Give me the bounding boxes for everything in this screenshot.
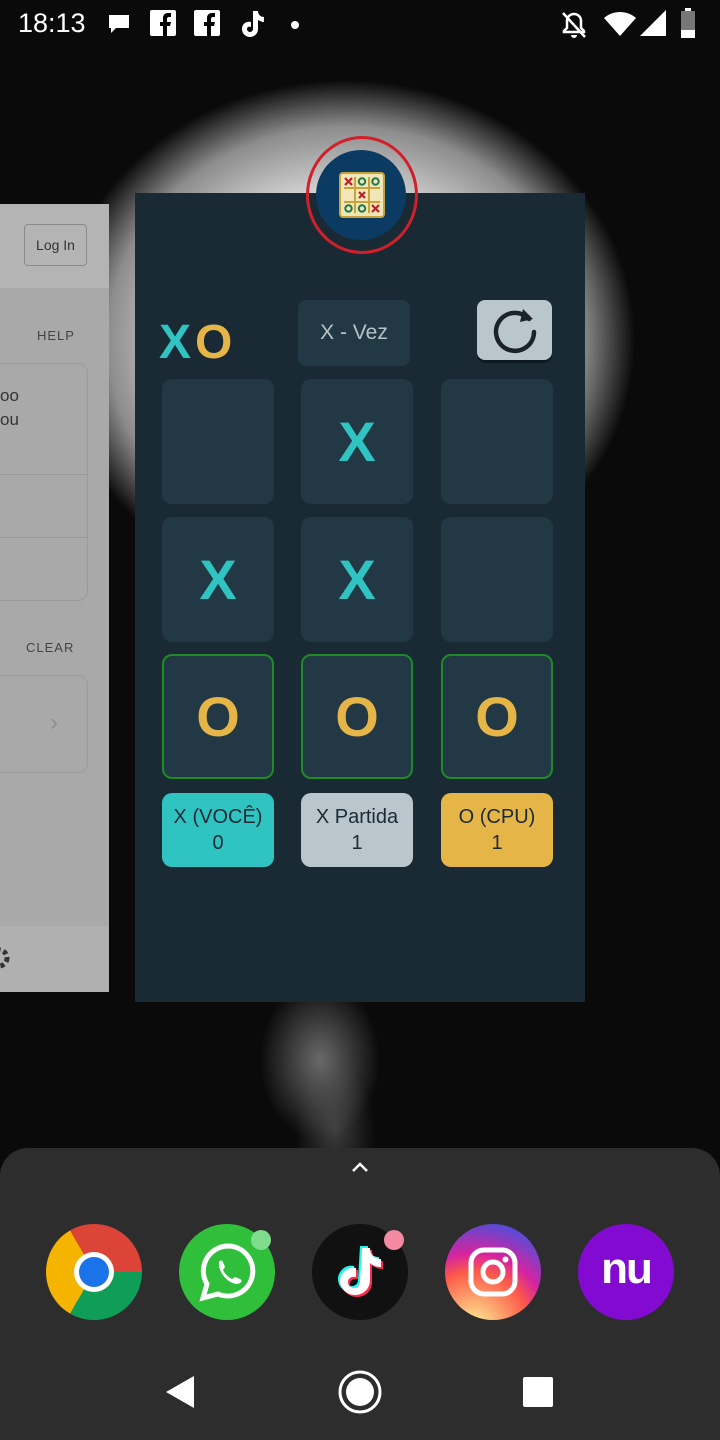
status-bar: 18:13 (0, 0, 720, 50)
wifi-icon (604, 12, 636, 36)
facebook-icon (194, 10, 220, 36)
chrome-center-dot (79, 1257, 109, 1287)
battery-icon (681, 8, 695, 38)
left-card-footer (0, 926, 109, 992)
help-label: HELP (37, 328, 75, 343)
player-score: X (VOCÊ) 0 (162, 793, 274, 867)
whatsapp-glyph (199, 1243, 256, 1302)
chevron-right-icon: › (50, 709, 58, 736)
clear-label: CLEAR (26, 640, 75, 655)
facebook-icon (150, 10, 176, 36)
left-card-text-2: ou (0, 410, 19, 429)
player-score-label: X (VOCÊ) (173, 806, 263, 828)
bell-off-icon (562, 12, 586, 38)
left-card-text-1: oo (0, 386, 19, 405)
divider (0, 474, 88, 475)
dot-icon (291, 21, 299, 29)
navigation-bar (0, 1350, 720, 1440)
home-button[interactable] (337, 1369, 383, 1415)
match-score: X Partida 1 (301, 793, 413, 867)
tiktok-icon (242, 11, 264, 37)
board-cell-1-1[interactable] (162, 379, 274, 504)
chrome-icon[interactable] (46, 1224, 142, 1320)
tiktok-glyph (338, 1246, 383, 1297)
tic-tac-toe-app-card[interactable]: XO X - Vez X X X O O O X (VOCÊ) 0 X Part… (135, 193, 585, 1002)
board-cell-1-2[interactable]: X (301, 379, 413, 504)
logo-x: X (159, 316, 192, 369)
back-button[interactable] (164, 1374, 196, 1410)
instagram-icon[interactable] (445, 1224, 541, 1320)
board-cell-1-3[interactable] (441, 379, 553, 504)
signal-icon (640, 10, 666, 36)
player-score-value: 0 (212, 832, 224, 854)
divider (0, 537, 88, 538)
login-button[interactable]: Log In (24, 224, 87, 266)
recents-button[interactable] (523, 1377, 553, 1407)
logo-o: O (195, 316, 233, 369)
whatsapp-notification-badge (251, 1230, 271, 1250)
match-score-value: 1 (351, 832, 363, 854)
turn-indicator: X - Vez (298, 300, 410, 366)
match-score-label: X Partida (315, 806, 399, 828)
board-cell-2-3[interactable] (441, 517, 553, 642)
board-cell-3-1[interactable]: O (162, 654, 274, 779)
app-icon-button[interactable] (306, 136, 418, 254)
app-logo: XO (159, 315, 232, 370)
board-cell-3-2[interactable]: O (301, 654, 413, 779)
tiktok-notification-badge (384, 1230, 404, 1250)
refresh-icon (493, 309, 536, 354)
board-cell-3-3[interactable]: O (441, 654, 553, 779)
chevron-up-icon[interactable] (350, 1160, 370, 1174)
cpu-score-label: O (CPU) (458, 806, 536, 828)
board-cell-2-2[interactable]: X (301, 517, 413, 642)
clear-box[interactable] (0, 675, 88, 773)
status-time: 18:13 (18, 8, 86, 38)
board-cell-2-1[interactable]: X (162, 517, 274, 642)
nubank-label: nu (601, 1244, 653, 1293)
chat-bubble-icon (109, 15, 129, 33)
reset-button[interactable] (477, 300, 552, 360)
cpu-score: O (CPU) 1 (441, 793, 553, 867)
nubank-icon[interactable]: nu (578, 1224, 674, 1320)
gear-icon (0, 947, 10, 969)
tic-tac-toe-icon (339, 172, 385, 218)
instagram-glyph (468, 1247, 518, 1297)
cpu-score-value: 1 (491, 832, 503, 854)
app-icon-circle (316, 150, 406, 240)
recent-app-card-left[interactable]: Log In HELP oo ou CLEAR › (0, 204, 109, 992)
